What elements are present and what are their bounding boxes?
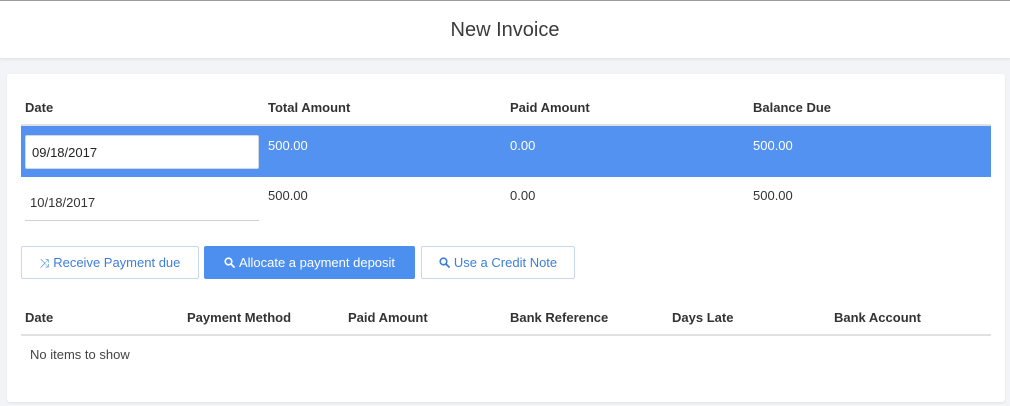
cell-total-amount: 500.00	[268, 138, 308, 153]
cell-total-amount: 500.00	[268, 188, 308, 203]
empty-state-text: No items to show	[30, 347, 130, 362]
cell-balance-due: 500.00	[753, 138, 793, 153]
col-header-date[interactable]: Date	[25, 310, 53, 325]
cell-paid-amount: 0.00	[510, 188, 536, 203]
search-icon	[439, 248, 450, 279]
col-header-paid-amount[interactable]: Paid Amount	[510, 100, 590, 115]
date-input[interactable]	[25, 185, 259, 221]
header-divider	[21, 334, 991, 336]
use-credit-note-label: Use a Credit Note	[453, 255, 558, 270]
cell-balance-due: 500.00	[753, 188, 793, 203]
col-header-days-late[interactable]: Days Late	[672, 310, 733, 325]
col-header-payment-method[interactable]: Payment Method	[187, 310, 291, 325]
col-header-total-amount[interactable]: Total Amount	[268, 100, 350, 115]
col-header-balance-due[interactable]: Balance Due	[753, 100, 831, 115]
cell-paid-amount: 0.00	[510, 138, 536, 153]
date-input[interactable]	[25, 135, 259, 169]
col-header-bank-account[interactable]: Bank Account	[834, 310, 921, 325]
header-bar: New Invoice	[0, 0, 1010, 59]
receive-payment-label: Receive Payment due	[53, 255, 181, 270]
page-title: New Invoice	[450, 19, 560, 41]
allocate-deposit-button[interactable]: Allocate a payment deposit	[204, 246, 415, 279]
use-credit-note-button[interactable]: Use a Credit Note	[421, 246, 575, 279]
shuffle-icon: ⤨	[39, 256, 50, 270]
receive-payment-button[interactable]: ⤨ Receive Payment due	[21, 246, 199, 279]
invoice-card: Date Total Amount Paid Amount Balance Du…	[7, 74, 1005, 402]
col-header-bank-reference[interactable]: Bank Reference	[510, 310, 608, 325]
search-icon	[224, 248, 235, 279]
allocate-deposit-label: Allocate a payment deposit	[238, 255, 396, 270]
col-header-paid-amount[interactable]: Paid Amount	[348, 310, 428, 325]
col-header-date[interactable]: Date	[25, 100, 53, 115]
